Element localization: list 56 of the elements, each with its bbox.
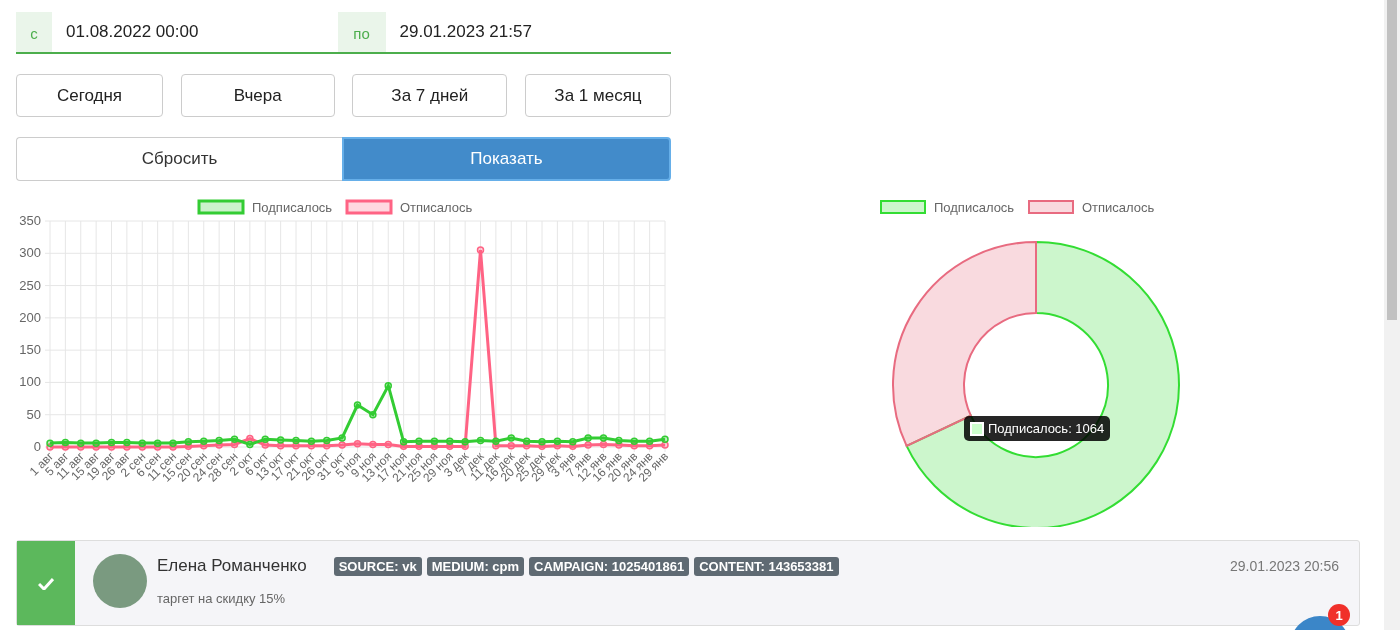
period-button[interactable]: Вчера — [180, 74, 335, 117]
tooltip-text: Подписалось: 1064 — [988, 421, 1105, 436]
legend-item[interactable]: Отписалось — [1028, 200, 1155, 215]
data-point — [599, 440, 608, 449]
y-tick-label: 50 — [26, 406, 41, 422]
lead-name: Елена Романченко — [157, 556, 307, 576]
y-tick-label: 300 — [19, 245, 41, 261]
reset-button[interactable]: Сбросить — [16, 137, 342, 181]
data-point — [61, 438, 70, 447]
data-point — [430, 442, 439, 451]
utm-tag: MEDIUM: cpm — [426, 556, 525, 576]
from-label: с — [16, 12, 52, 52]
scrollbar-thumb[interactable] — [1387, 0, 1397, 320]
data-point — [184, 442, 193, 451]
check-icon — [38, 576, 54, 590]
legend-item[interactable]: Отписалось — [345, 199, 473, 215]
y-tick-label: 100 — [19, 374, 41, 390]
data-point — [107, 438, 116, 447]
data-point — [276, 441, 285, 450]
data-point — [369, 440, 377, 449]
legend-item[interactable]: Подписалось — [197, 199, 333, 215]
y-tick-label: 250 — [19, 277, 41, 293]
lead-date: 29.01.2023 20:56 — [1230, 558, 1339, 574]
data-point — [353, 440, 362, 448]
utm-tag: SOURCE: vk — [333, 556, 422, 576]
legend-item[interactable]: Подписалось — [880, 200, 1015, 215]
y-tick-label: 150 — [19, 342, 41, 358]
period-button[interactable]: За 7 дней — [352, 74, 508, 117]
period-button[interactable]: За 1 месяц — [524, 74, 671, 117]
legend-label: Отписалось — [1082, 200, 1155, 215]
data-point — [307, 441, 316, 450]
legend-label: Подписалось — [252, 200, 333, 215]
data-point — [476, 436, 485, 445]
show-button[interactable]: Показать — [342, 137, 671, 181]
y-tick-label: 0 — [33, 439, 41, 454]
data-point — [476, 246, 485, 254]
avatar-photo-placeholder — [93, 554, 147, 608]
to-label: по — [337, 12, 386, 52]
data-point — [230, 440, 239, 449]
data-point — [553, 441, 562, 450]
data-point — [522, 441, 531, 450]
data-point — [384, 440, 392, 449]
data-point — [369, 410, 377, 419]
period-button[interactable]: Сегодня — [16, 74, 163, 117]
y-tick-label: 200 — [19, 309, 41, 325]
legend-swatch-icon — [970, 421, 984, 436]
data-point — [384, 381, 392, 390]
utm-tag: CONTENT: 143653381 — [694, 556, 839, 576]
data-point — [399, 442, 408, 451]
y-tick-label: 350 — [19, 213, 41, 228]
legend-label: Подписалось — [934, 200, 1015, 215]
lead-note: таргет на скидку 15% — [157, 591, 287, 606]
utm-tag: CAMPAIGN: 1025401861 — [529, 556, 690, 576]
data-point — [353, 401, 362, 409]
legend-label: Отписалось — [400, 200, 473, 215]
data-point — [645, 441, 654, 450]
